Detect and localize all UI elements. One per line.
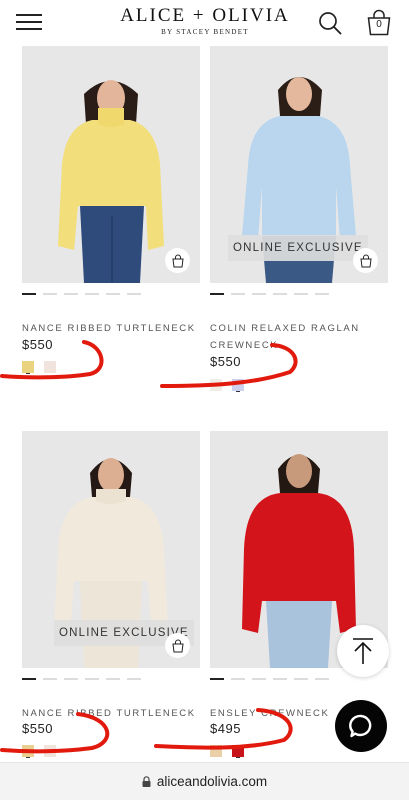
bag-count: 0	[376, 19, 382, 30]
color-swatches	[210, 745, 244, 757]
carousel-dot[interactable]	[252, 293, 266, 295]
product-image[interactable]: ONLINE EXCLUSIVE	[22, 431, 200, 668]
bag-icon	[171, 639, 184, 652]
carousel-dot[interactable]	[43, 678, 57, 680]
carousel-dot[interactable]	[22, 293, 36, 295]
chat-bubble-icon	[349, 714, 372, 738]
product-price: $550	[22, 721, 53, 736]
url-text: aliceandolivia.com	[156, 774, 268, 789]
back-to-top-button[interactable]	[337, 625, 389, 677]
quick-add-button[interactable]	[165, 633, 190, 658]
carousel-dot[interactable]	[43, 293, 57, 295]
product-card[interactable]: NANCE RIBBED TURTLENECK $550	[22, 46, 200, 386]
product-price: $495	[210, 721, 241, 736]
arrow-up-icon	[353, 638, 373, 664]
product-name[interactable]: NANCE RIBBED TURTLENECK	[22, 705, 200, 722]
chat-button[interactable]	[335, 700, 387, 752]
color-swatches	[22, 745, 56, 757]
color-swatches	[22, 361, 56, 373]
color-swatch-blush[interactable]	[44, 745, 56, 757]
carousel-dot[interactable]	[294, 678, 308, 680]
image-carousel-dots[interactable]	[22, 678, 141, 680]
product-price: $550	[210, 354, 241, 369]
carousel-dot[interactable]	[106, 293, 120, 295]
carousel-dot[interactable]	[64, 293, 78, 295]
quick-add-button[interactable]	[165, 248, 190, 273]
bag-icon	[171, 254, 184, 267]
color-swatch-gold[interactable]	[22, 745, 34, 757]
carousel-dot[interactable]	[294, 293, 308, 295]
carousel-dot[interactable]	[106, 678, 120, 680]
carousel-dot[interactable]	[22, 678, 36, 680]
product-card[interactable]: ONLINE EXCLUSIVE COLIN RELAXED RAGLAN CR…	[210, 46, 388, 396]
image-carousel-dots[interactable]	[210, 293, 329, 295]
browser-url-bar[interactable]: aliceandolivia.com	[0, 762, 409, 800]
carousel-dot[interactable]	[273, 678, 287, 680]
online-exclusive-badge: ONLINE EXCLUSIVE	[228, 235, 368, 261]
carousel-dot[interactable]	[127, 678, 141, 680]
product-price: $550	[22, 337, 53, 352]
carousel-dot[interactable]	[315, 293, 329, 295]
bag-icon	[359, 254, 372, 267]
color-swatch-ivory[interactable]	[210, 379, 222, 391]
carousel-dot[interactable]	[231, 678, 245, 680]
product-name[interactable]: NANCE RIBBED TURTLENECK	[22, 320, 200, 337]
color-swatch-blush[interactable]	[44, 361, 56, 373]
image-carousel-dots[interactable]	[210, 678, 329, 680]
carousel-dot[interactable]	[85, 678, 99, 680]
product-name[interactable]: COLIN RELAXED RAGLAN CREWNECK	[210, 320, 388, 354]
hamburger-menu-icon[interactable]	[16, 13, 42, 31]
lock-icon	[142, 776, 151, 787]
carousel-dot[interactable]	[127, 293, 141, 295]
brand-logo[interactable]: ALICE + OLIVIA BY STACEY BENDET	[105, 5, 305, 36]
shopping-bag-icon[interactable]: 0	[365, 9, 393, 37]
color-swatches	[210, 379, 244, 391]
product-card[interactable]: ONLINE EXCLUSIVE NANCE RIBBED TURTLENECK…	[22, 431, 200, 761]
carousel-dot[interactable]	[252, 678, 266, 680]
brand-name: ALICE + OLIVIA	[120, 5, 290, 26]
search-icon[interactable]	[318, 11, 342, 35]
carousel-dot[interactable]	[231, 293, 245, 295]
product-image[interactable]	[22, 46, 200, 283]
carousel-dot[interactable]	[273, 293, 287, 295]
carousel-dot[interactable]	[64, 678, 78, 680]
color-swatch-red[interactable]	[232, 745, 244, 757]
carousel-dot[interactable]	[315, 678, 329, 680]
carousel-dot[interactable]	[85, 293, 99, 295]
color-swatch-camel[interactable]	[210, 745, 222, 757]
image-carousel-dots[interactable]	[22, 293, 141, 295]
color-swatch-lavender[interactable]	[232, 379, 244, 391]
brand-subtitle: BY STACEY BENDET	[161, 28, 249, 36]
product-image[interactable]: ONLINE EXCLUSIVE	[210, 46, 388, 283]
site-header: ALICE + OLIVIA BY STACEY BENDET 0	[0, 0, 409, 44]
carousel-dot[interactable]	[210, 293, 224, 295]
color-swatch-yellow[interactable]	[22, 361, 34, 373]
carousel-dot[interactable]	[210, 678, 224, 680]
quick-add-button[interactable]	[353, 248, 378, 273]
